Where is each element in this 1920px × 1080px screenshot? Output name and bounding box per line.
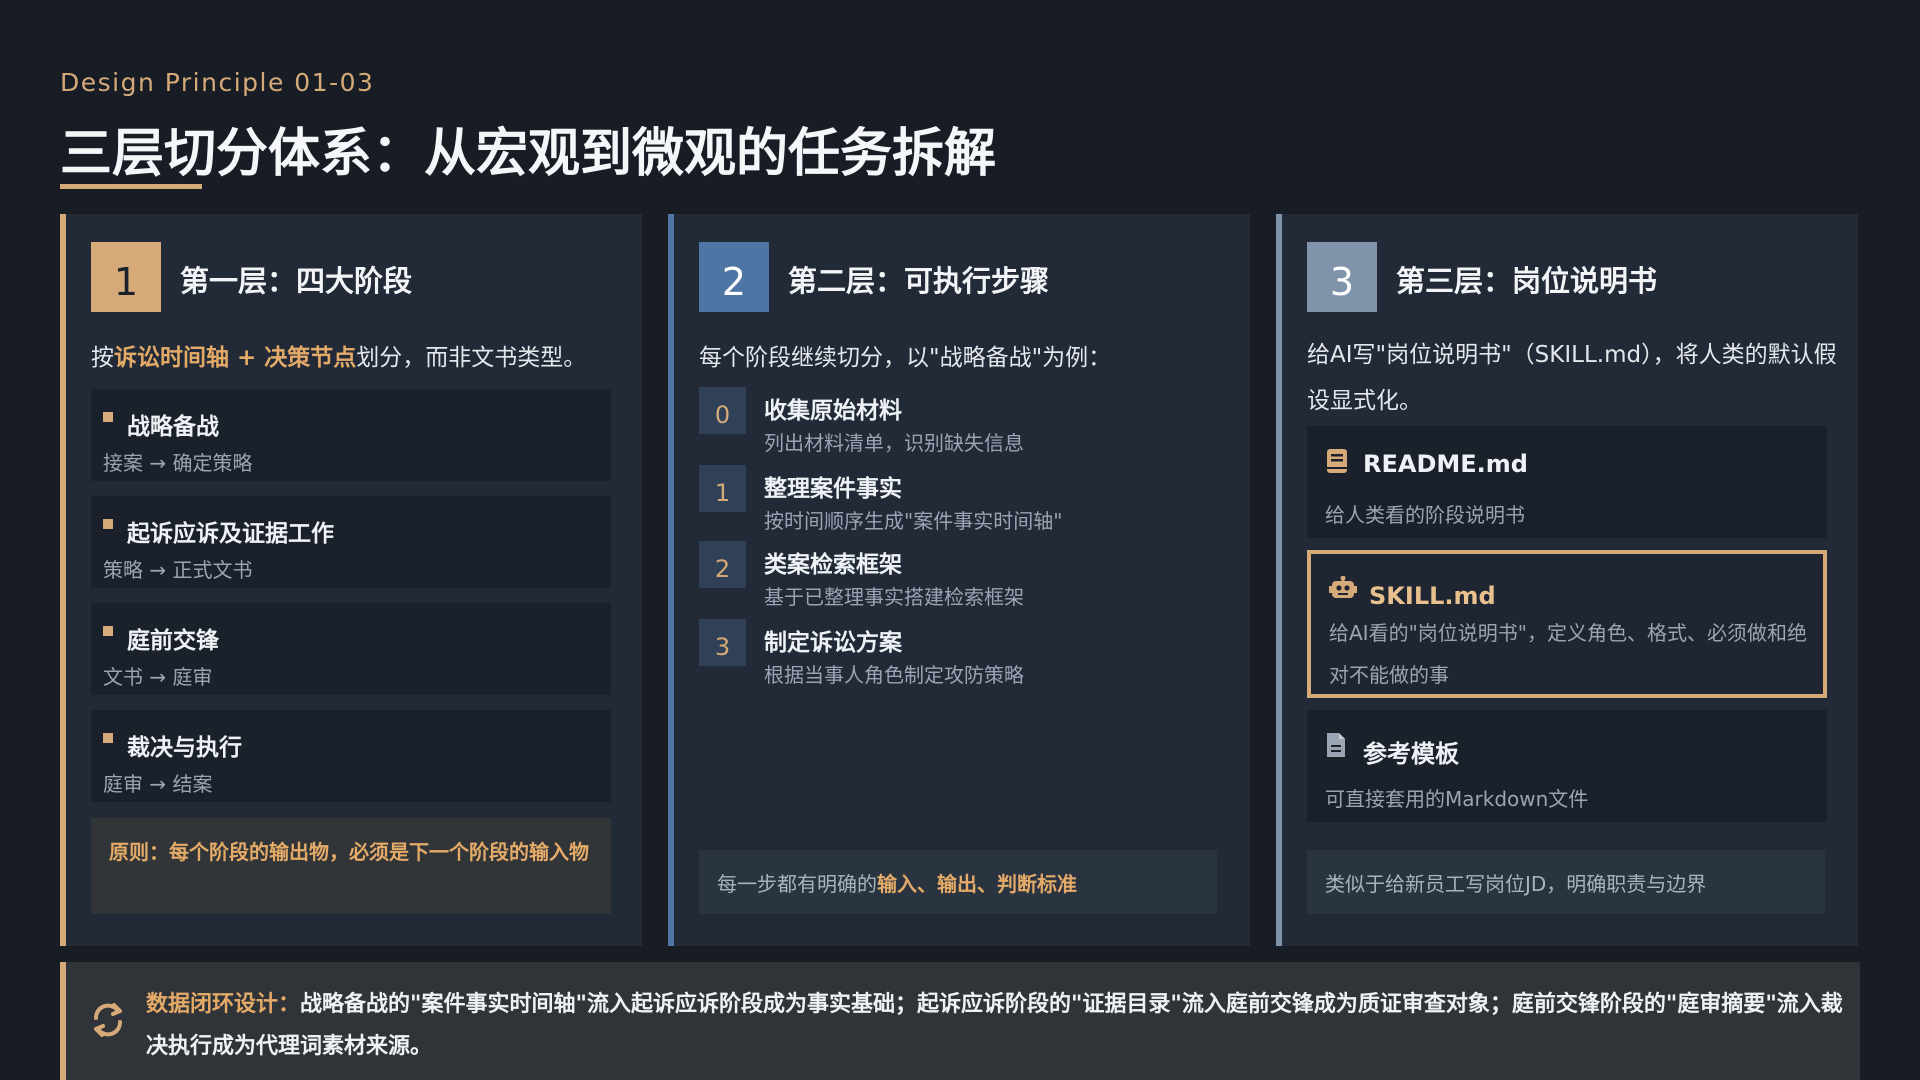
footnote-text: 每一步都有明确的 [717,871,877,896]
page-title: 三层切分体系：从宏观到微观的任务拆解 [60,124,997,184]
stage-card: 起诉应诉及证据工作 策略 → 正式文书 [91,496,611,588]
step-number: 0 [699,387,746,434]
step-title: 整理案件事实 [764,476,902,502]
step-title: 制定诉讼方案 [764,630,902,656]
file-card-readme: README.md 给人类看的阶段说明书 [1307,426,1827,538]
stage-flow: 接案 → 确定策略 [103,451,253,475]
principle-note: 原则：每个阶段的输出物，必须是下一个阶段的输入物 [91,818,611,914]
file-name: 参考模板 [1363,740,1459,768]
step-number: 1 [699,465,746,512]
intro-text: 按 [91,345,114,371]
layer-2-intro: 每个阶段继续切分，以"战略备战"为例： [699,345,1112,371]
step-item: 1 整理案件事实 按时间顺序生成"案件事实时间轴" [699,465,1229,533]
stage-card: 裁决与执行 庭审 → 结案 [91,710,611,802]
robot-icon [1329,576,1357,598]
layer-3-intro: 给AI写"岗位说明书"（SKILL.md），将人类的默认假设显式化。 [1307,342,1837,414]
step-desc: 基于已整理事实搭建检索框架 [764,585,1024,609]
layer-2-header: 2 第二层：可执行步骤 [699,242,1049,312]
file-desc: 给AI看的"岗位说明书"，定义角色、格式、必须做和绝对不能做的事 [1329,621,1807,687]
layer-1-header: 1 第一层：四大阶段 [91,242,412,312]
stage-flow: 文书 → 庭审 [103,665,213,689]
layer-1-title: 第一层：四大阶段 [180,264,413,298]
bullet-square [103,519,113,529]
document-icon [1327,733,1345,757]
intro-highlight: 诉讼时间轴 + 决策节点 [114,345,357,371]
stage-flow: 庭审 → 结案 [103,772,213,796]
step-item: 2 类案检索框架 基于已整理事实搭建检索框架 [699,541,1229,609]
loop-heading: 数据闭环设计： [146,992,301,1017]
layer-2-number: 2 [699,242,769,312]
loop-body: 战略备战的"案件事实时间轴"流入起诉应诉阶段成为事实基础；起诉应诉阶段的"证据目… [146,992,1843,1059]
eyebrow: Design Principle 01-03 [60,68,375,97]
step-item: 3 制定诉讼方案 根据当事人角色制定攻防策略 [699,619,1229,687]
step-number: 2 [699,541,746,588]
footnote-highlight: 输入、输出、判断标准 [877,871,1077,896]
layer-2-footnote: 每一步都有明确的 输入、输出、判断标准 [699,850,1217,914]
refresh-icon [93,1003,123,1037]
file-card-skill: SKILL.md 给AI看的"岗位说明书"，定义角色、格式、必须做和绝对不能做的… [1307,550,1827,698]
file-desc: 可直接套用的Markdown文件 [1325,787,1589,811]
layer-1-intro: 按诉讼时间轴 + 决策节点划分，而非文书类型。 [91,340,621,376]
layer-1-panel: 1 第一层：四大阶段 按诉讼时间轴 + 决策节点划分，而非文书类型。 战略备战 … [60,214,642,946]
layer-3-footnote: 类似于给新员工写岗位JD，明确职责与边界 [1307,850,1825,914]
layer-2-title: 第二层：可执行步骤 [788,264,1050,298]
file-name: SKILL.md [1369,582,1496,610]
layer-2-panel: 2 第二层：可执行步骤 每个阶段继续切分，以"战略备战"为例： 0 收集原始材料… [668,214,1250,946]
stage-name: 战略备战 [127,414,219,440]
layer-3-panel: 3 第三层：岗位说明书 给AI写"岗位说明书"（SKILL.md），将人类的默认… [1276,214,1858,946]
stage-name: 起诉应诉及证据工作 [127,521,334,547]
layer-3-title: 第三层：岗位说明书 [1396,264,1658,298]
title-underline [60,184,202,189]
header: Design Principle 01-03 三层切分体系：从宏观到微观的任务拆… [60,68,996,186]
book-icon [1327,449,1347,473]
step-number: 3 [699,619,746,666]
layer-3-number: 3 [1307,242,1377,312]
intro-text: 划分，而非文书类型。 [356,345,587,371]
stage-flow: 策略 → 正式文书 [103,558,253,582]
stage-name: 庭前交锋 [127,628,219,654]
data-loop-banner: 数据闭环设计：战略备战的"案件事实时间轴"流入起诉应诉阶段成为事实基础；起诉应诉… [60,962,1860,1080]
stage-card: 庭前交锋 文书 → 庭审 [91,603,611,695]
stage-name: 裁决与执行 [127,735,242,761]
file-desc: 给人类看的阶段说明书 [1325,503,1525,527]
step-desc: 列出材料清单，识别缺失信息 [764,431,1024,455]
step-desc: 按时间顺序生成"案件事实时间轴" [764,509,1063,533]
bullet-square [103,412,113,422]
layer-3-header: 3 第三层：岗位说明书 [1307,242,1657,312]
step-title: 收集原始材料 [764,398,902,424]
loop-text: 数据闭环设计：战略备战的"案件事实时间轴"流入起诉应诉阶段成为事实基础；起诉应诉… [146,984,1846,1068]
stage-card: 战略备战 接案 → 确定策略 [91,389,611,481]
step-desc: 根据当事人角色制定攻防策略 [764,663,1024,687]
layer-1-number: 1 [91,242,161,312]
step-title: 类案检索框架 [764,552,902,578]
bullet-square [103,733,113,743]
file-card-template: 参考模板 可直接套用的Markdown文件 [1307,710,1827,822]
step-item: 0 收集原始材料 列出材料清单，识别缺失信息 [699,387,1229,455]
file-name: README.md [1363,450,1528,478]
bullet-square [103,626,113,636]
